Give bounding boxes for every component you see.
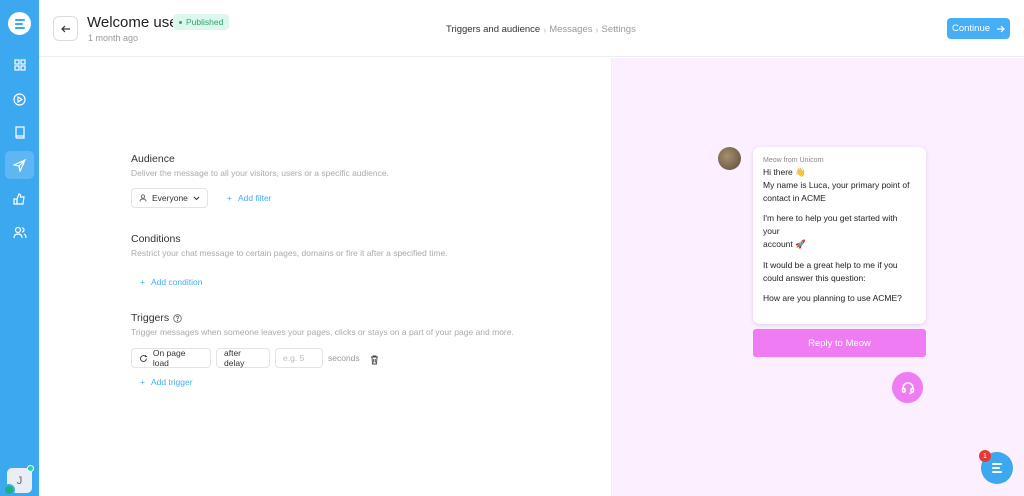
plus-icon: + [140, 377, 145, 387]
breadcrumb-separator-icon: › [595, 24, 599, 35]
chat-line: could answer this question: [763, 272, 866, 283]
online-status-dot [27, 465, 34, 472]
arrow-right-icon [997, 25, 1005, 32]
add-trigger-button[interactable]: + Add trigger [140, 377, 193, 387]
triggers-title: Triggers [131, 312, 182, 324]
chat-gap [763, 251, 916, 259]
delay-input[interactable]: e.g. 5 [275, 348, 323, 368]
play-icon[interactable] [5, 85, 34, 113]
audience-select[interactable]: Everyone [131, 188, 208, 208]
seconds-label: seconds [328, 353, 360, 363]
chat-message-card: Meow from Unicorn Hi there 👋 My name is … [753, 147, 926, 324]
breadcrumb: Triggers and audience › Messages › Setti… [446, 24, 636, 35]
book-icon[interactable] [5, 118, 34, 146]
plus-icon: + [227, 193, 232, 203]
corner-badge-icon [3, 484, 15, 496]
chat-line: account 🚀 [763, 238, 806, 249]
chat-line: It would be a great help to me if you [763, 259, 898, 270]
status-dot-icon [179, 20, 182, 24]
notification-badge: 1 [979, 450, 991, 462]
chat-line: My name is Luca, your primary point of [763, 179, 910, 190]
chat-sender: Meow from Unicorn [763, 157, 824, 164]
app-logo-icon[interactable] [8, 12, 31, 35]
back-button[interactable] [53, 16, 78, 41]
bot-avatar [718, 147, 741, 170]
conditions-title: Conditions [131, 233, 181, 245]
page-title: Welcome user [87, 14, 183, 31]
audience-description: Deliver the message to all your visitors… [131, 168, 389, 178]
add-filter-button[interactable]: + Add filter [227, 193, 272, 203]
chat-line: How are you planning to use ACME? [763, 293, 902, 304]
add-condition-button[interactable]: + Add condition [140, 277, 202, 287]
breadcrumb-triggers[interactable]: Triggers and audience [446, 24, 540, 35]
add-filter-label: Add filter [237, 193, 272, 203]
chat-line: contact in ACME [763, 192, 826, 203]
dashboard-icon[interactable] [5, 51, 34, 79]
breadcrumb-messages[interactable]: Messages [549, 24, 592, 35]
breadcrumb-settings[interactable]: Settings [602, 24, 636, 35]
page-header: Welcome user Published 1 month ago Trigg… [39, 0, 1024, 57]
chevron-down-icon [193, 196, 200, 200]
send-icon[interactable] [5, 151, 34, 179]
refresh-icon [140, 354, 148, 362]
continue-button[interactable]: Continue [947, 18, 1010, 39]
trigger-type-label: On page load [152, 348, 186, 368]
audience-selected: Everyone [152, 193, 188, 203]
settings-panel: Audience Deliver the message to all your… [39, 58, 611, 496]
chat-gap [763, 204, 916, 212]
reply-button[interactable]: Reply to Meow [753, 329, 926, 357]
trigger-type-select[interactable]: On page load [131, 348, 211, 368]
thumbs-up-icon[interactable] [5, 185, 34, 213]
triggers-description: Trigger messages when someone leaves you… [131, 327, 514, 337]
delay-placeholder: e.g. 5 [283, 353, 305, 363]
arrow-left-icon [60, 25, 70, 32]
breadcrumb-separator-icon: › [543, 24, 547, 35]
last-updated: 1 month ago [88, 33, 139, 43]
triggers-title-text: Triggers [131, 312, 170, 324]
reply-label: Reply to Meow [808, 337, 871, 349]
conditions-description: Restrict your chat message to certain pa… [131, 248, 448, 258]
continue-label: Continue [951, 23, 991, 34]
sidebar: J [0, 0, 39, 496]
chat-launcher-icon[interactable] [892, 372, 923, 403]
chat-line: I'm here to help you get started with yo… [763, 213, 898, 237]
trash-icon[interactable] [370, 352, 379, 370]
user-initial: J [16, 474, 23, 487]
help-icon[interactable] [173, 313, 182, 323]
user-icon [139, 194, 147, 202]
chat-gap [763, 284, 916, 292]
trigger-timing-label: after delay [224, 348, 245, 368]
status-label: Published [186, 17, 224, 27]
trigger-timing-select[interactable]: after delay [216, 348, 270, 368]
audience-title: Audience [131, 153, 175, 165]
add-condition-label: Add condition [150, 277, 203, 287]
chat-line: Hi there 👋 [763, 167, 806, 177]
plus-icon: + [140, 277, 145, 287]
add-trigger-label: Add trigger [150, 377, 193, 387]
status-badge: Published [173, 14, 230, 30]
users-icon[interactable] [5, 218, 34, 246]
